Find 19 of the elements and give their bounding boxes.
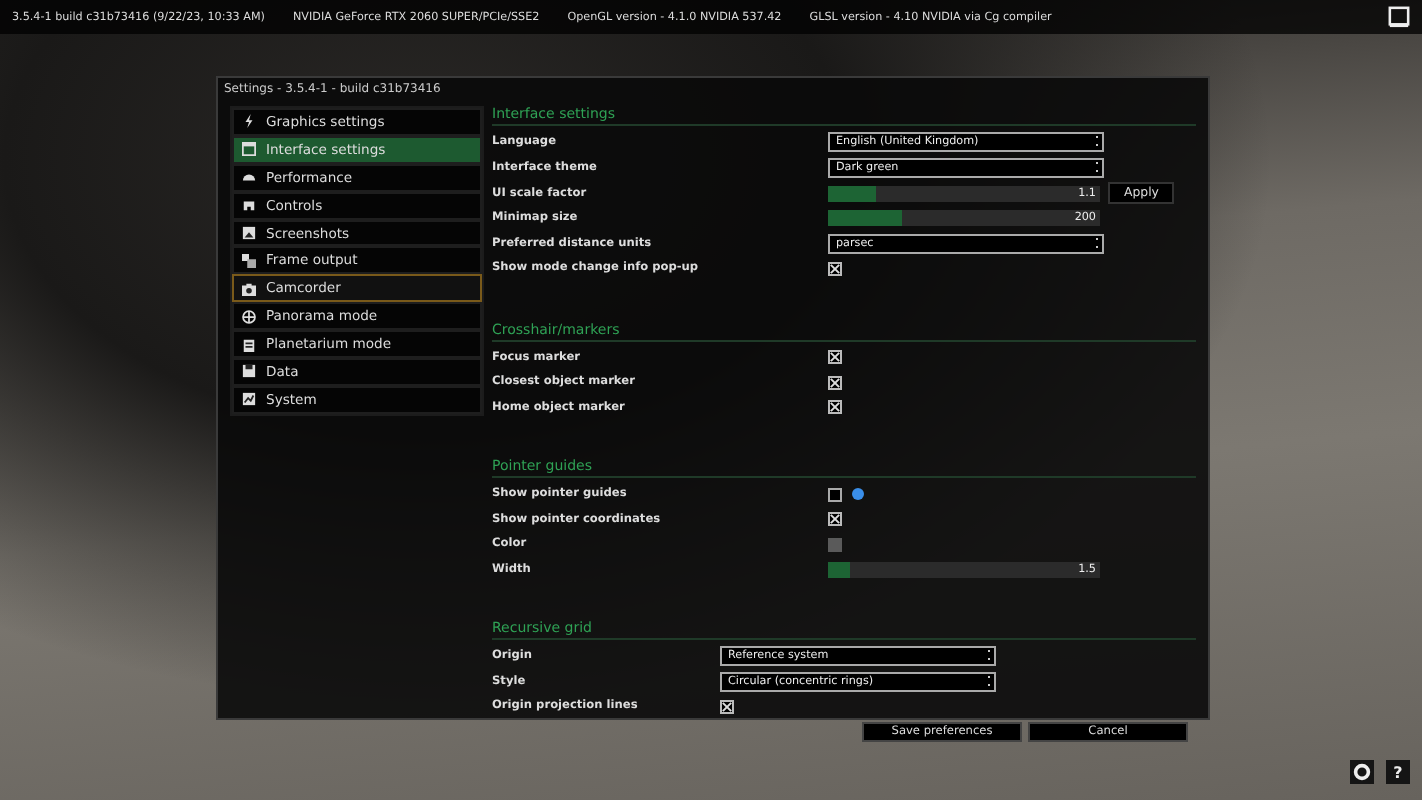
color-swatch[interactable] (828, 537, 842, 552)
settings-icon[interactable] (1350, 760, 1374, 784)
image-icon (242, 226, 256, 240)
frames-icon (242, 253, 256, 268)
chart-icon (242, 392, 256, 407)
checkbox[interactable] (828, 375, 842, 390)
window-icon[interactable] (1388, 6, 1410, 28)
checkbox[interactable] (828, 512, 842, 527)
checkbox[interactable] (720, 699, 734, 714)
globe-icon (242, 309, 256, 324)
bolt-icon (242, 114, 256, 129)
info-dot-icon[interactable] (852, 488, 864, 501)
camera-icon (242, 281, 256, 296)
checkbox[interactable] (828, 400, 842, 415)
help-button[interactable]: ? (1386, 760, 1410, 784)
window-icon (242, 142, 256, 157)
checkbox[interactable] (828, 350, 842, 365)
checkbox[interactable] (828, 487, 842, 502)
checkbox[interactable] (828, 261, 842, 276)
